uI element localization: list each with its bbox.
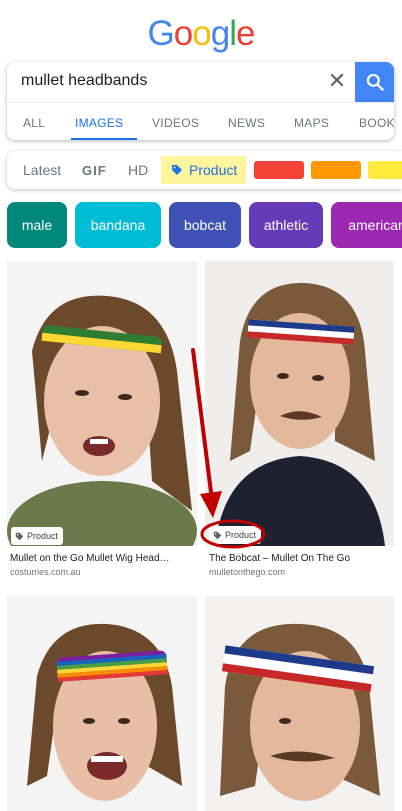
annotation-circle	[200, 519, 266, 549]
annotation-overlay	[191, 348, 266, 549]
annotation-arrow	[191, 348, 214, 502]
annotation-arrowhead	[200, 491, 222, 518]
